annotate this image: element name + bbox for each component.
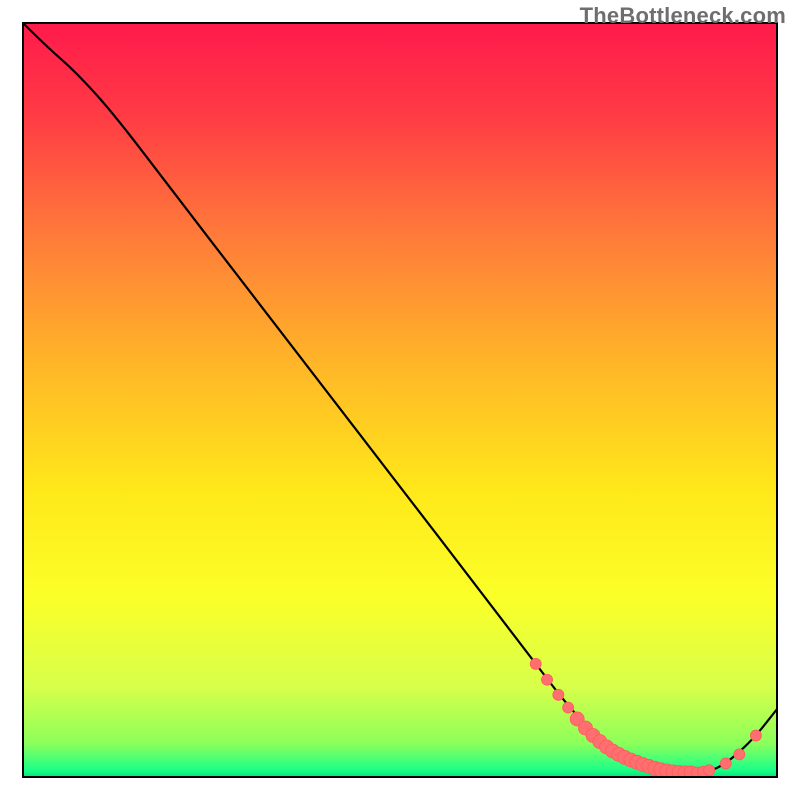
chart-svg xyxy=(0,0,800,800)
marker-dot xyxy=(542,674,553,685)
gradient-background xyxy=(23,23,777,777)
marker-dot xyxy=(704,765,715,776)
marker-dot xyxy=(563,702,574,713)
marker-dot xyxy=(530,658,541,669)
marker-dot xyxy=(720,758,731,769)
watermark-label: TheBottleneck.com xyxy=(580,3,786,29)
marker-dot xyxy=(553,689,564,700)
marker-dot xyxy=(750,730,761,741)
marker-dot xyxy=(734,749,745,760)
chart-container: TheBottleneck.com xyxy=(0,0,800,800)
